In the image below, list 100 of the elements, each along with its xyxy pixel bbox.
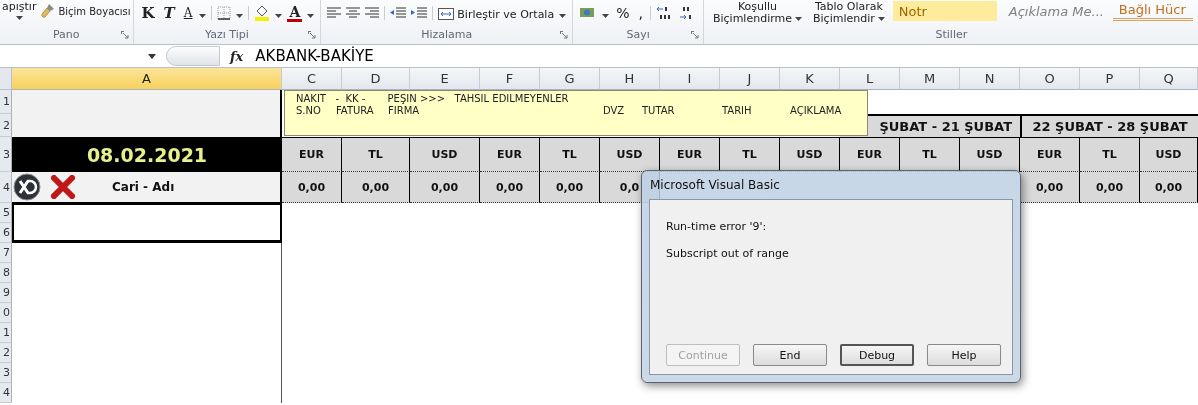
percent-button[interactable]: % — [614, 6, 632, 20]
row-header[interactable]: 7 — [0, 243, 12, 263]
column-header[interactable]: J — [720, 68, 780, 90]
dialog-button[interactable]: Debug — [840, 344, 914, 366]
row-header[interactable]: 2 — [0, 343, 12, 363]
selected-cell[interactable] — [12, 203, 282, 243]
group-label: Yazı Tipi — [205, 27, 249, 41]
column-header[interactable]: G — [540, 68, 600, 90]
total-cell: 0,00 — [1020, 172, 1080, 203]
paste-label[interactable]: apıştır — [2, 1, 37, 13]
comment-text: TUTAR — [642, 105, 676, 116]
column-header[interactable]: N — [960, 68, 1020, 90]
format-painter-button[interactable]: Biçim Boyacısı — [39, 3, 131, 19]
align-left-icon[interactable] — [327, 7, 342, 19]
align-center-icon[interactable] — [346, 7, 361, 19]
formula-bar-handle[interactable] — [166, 46, 220, 66]
column-header[interactable]: C — [282, 68, 342, 90]
caret-icon[interactable] — [199, 13, 207, 18]
row-header[interactable]: 9 — [0, 283, 12, 303]
column-header[interactable]: O — [1020, 68, 1080, 90]
close-icon[interactable] — [51, 175, 75, 199]
bold-button[interactable]: K — [139, 6, 157, 20]
cell-style-option[interactable]: Notr — [892, 1, 997, 21]
currency-header-cell: USD — [1140, 137, 1198, 172]
row-header[interactable]: 0 — [0, 303, 12, 323]
row-header[interactable]: 5 — [0, 203, 12, 223]
currency-header-cell: TL — [342, 137, 410, 172]
dialog-launcher-icon[interactable] — [308, 31, 317, 39]
row-header[interactable]: 6 — [0, 223, 12, 243]
column-header[interactable]: Q — [1140, 68, 1198, 90]
row-header[interactable]: 8 — [0, 263, 12, 283]
row-header[interactable]: 1 — [0, 90, 12, 114]
column-header[interactable]: M — [900, 68, 960, 90]
column-header[interactable]: D — [342, 68, 410, 90]
conditional-formatting-button[interactable]: Koşullu Biçimlendirme — [709, 1, 805, 25]
date-cell: 08.02.2021 — [12, 137, 282, 172]
currency-header-cell: TL — [900, 137, 960, 172]
row-header[interactable]: 2 — [0, 114, 12, 137]
fill-color-icon[interactable] — [254, 5, 271, 21]
paintbrush-icon — [39, 3, 56, 19]
italic-button[interactable]: T — [161, 6, 177, 20]
column-header[interactable]: K — [780, 68, 840, 90]
caret-icon[interactable] — [236, 13, 244, 18]
dialog-launcher-icon[interactable] — [690, 31, 699, 39]
column-header[interactable]: E — [410, 68, 480, 90]
row-header[interactable]: 3 — [0, 363, 12, 383]
dialog-launcher-icon[interactable] — [560, 31, 569, 39]
column-header[interactable]: A — [12, 68, 282, 90]
caret-icon — [795, 17, 802, 21]
total-cell: 0,00 — [1080, 172, 1140, 203]
insert-function-button[interactable]: fx — [230, 48, 244, 64]
caret-icon[interactable] — [275, 13, 283, 18]
column-header[interactable]: F — [480, 68, 540, 90]
caret-icon[interactable] — [602, 13, 610, 18]
error-message: Subscript out of range — [666, 247, 790, 260]
comma-style-button[interactable]: , — [636, 6, 645, 20]
dialog-button[interactable]: End — [753, 344, 827, 366]
week-header-cell: 22 ŞUBAT - 28 ŞUBAT — [1020, 114, 1198, 137]
currency-header-cell: USD — [600, 137, 660, 172]
column-header[interactable]: H — [600, 68, 660, 90]
column-header[interactable]: I — [660, 68, 720, 90]
currency-header-cell: TL — [540, 137, 600, 172]
borders-icon[interactable] — [217, 6, 232, 20]
cell-style-option[interactable]: Bağlı Hücr — [1112, 1, 1193, 21]
group-label: Stiller — [935, 27, 968, 41]
column-header[interactable]: L — [840, 68, 900, 90]
name-header-cell: Cari - Adı — [112, 180, 175, 194]
currency-header-cell: USD — [410, 137, 480, 172]
currency-header-cell: USD — [780, 137, 840, 172]
comment-text: S.NO — [296, 105, 322, 116]
caret-icon[interactable] — [307, 13, 315, 18]
decrease-indent-icon[interactable] — [390, 7, 407, 19]
formula-input[interactable]: AKBANK-BAKİYE — [253, 47, 1198, 65]
row-header[interactable]: 4 — [0, 383, 12, 403]
group-label: Sayı — [626, 27, 650, 41]
dialog-button[interactable]: Help — [927, 344, 1001, 366]
caret-icon[interactable] — [559, 13, 567, 18]
total-cell: 0,00 — [1140, 172, 1198, 203]
caret-icon — [877, 17, 885, 21]
comment-text: TARIH — [722, 105, 753, 116]
currency-header-cell: EUR — [480, 137, 540, 172]
currency-header-cell: USD — [960, 137, 1020, 172]
row-header[interactable]: 4 — [0, 172, 12, 203]
row-header[interactable]: 1 — [0, 323, 12, 343]
currency-header-cell: EUR — [282, 137, 342, 172]
currency-header-cell: EUR — [840, 137, 900, 172]
format-as-table-button[interactable]: Tablo Olarak Biçimlendir — [810, 1, 888, 25]
font-color-button[interactable]: A — [287, 4, 303, 22]
comment-text: FIRMA — [388, 105, 421, 116]
column-header[interactable]: P — [1080, 68, 1140, 90]
underline-button[interactable]: A — [181, 6, 195, 20]
group-label: Pano — [52, 27, 80, 41]
dialog-launcher-icon[interactable] — [120, 31, 129, 39]
row-header[interactable]: 3 — [0, 137, 12, 172]
cell-style-option[interactable]: Açıklama Me... — [1002, 1, 1107, 21]
logo-icon[interactable] — [13, 173, 41, 201]
increase-indent-icon[interactable] — [411, 7, 428, 19]
caret-icon — [148, 53, 156, 59]
merge-and-center-button[interactable]: Birleştir ve Ortala — [438, 7, 555, 21]
align-right-icon[interactable] — [365, 7, 380, 19]
